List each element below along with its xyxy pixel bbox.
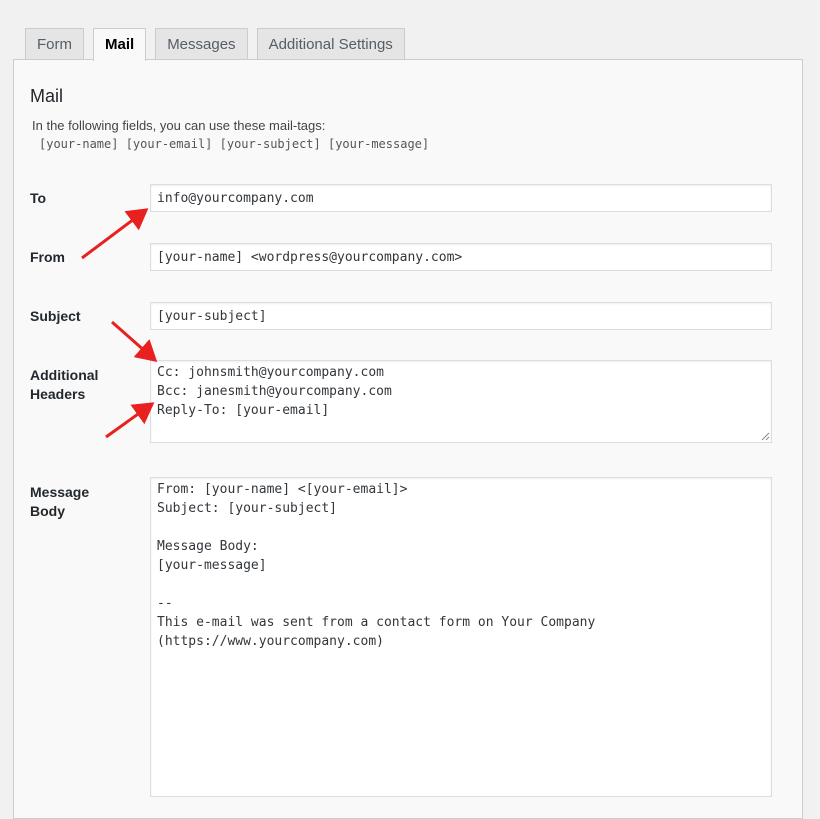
- subject-label: Subject: [30, 308, 81, 324]
- tab-additional-settings[interactable]: Additional Settings: [256, 28, 405, 60]
- resize-handle-icon[interactable]: [760, 431, 770, 441]
- from-label: From: [30, 249, 65, 265]
- message-body-field[interactable]: From: [your-name] <[your-email]> Subject…: [150, 477, 772, 797]
- additional-headers-label-line2: Headers: [30, 386, 86, 402]
- tab-messages[interactable]: Messages: [155, 28, 248, 60]
- additional-headers-field[interactable]: Cc: johnsmith@yourcompany.com Bcc: janes…: [150, 360, 772, 443]
- message-body-label: Message Body: [30, 483, 140, 521]
- to-field[interactable]: [150, 184, 772, 212]
- mail-tags-list: [your-name] [your-email] [your-subject] …: [39, 137, 430, 151]
- tab-mail[interactable]: Mail: [93, 28, 147, 61]
- from-field[interactable]: [150, 243, 772, 271]
- to-label: To: [30, 190, 47, 206]
- additional-headers-label: Additional Headers: [30, 366, 140, 404]
- message-body-label-line2: Body: [30, 503, 65, 519]
- tab-form[interactable]: Form: [25, 28, 84, 60]
- section-title: Mail: [30, 86, 64, 106]
- message-body-label-line1: Message: [30, 484, 90, 500]
- tab-bar: Form Mail Messages Additional Settings: [25, 28, 414, 61]
- additional-headers-label-line1: Additional: [30, 367, 99, 383]
- subject-field[interactable]: [150, 302, 772, 330]
- mail-tags-intro: In the following fields, you can use the…: [32, 118, 326, 133]
